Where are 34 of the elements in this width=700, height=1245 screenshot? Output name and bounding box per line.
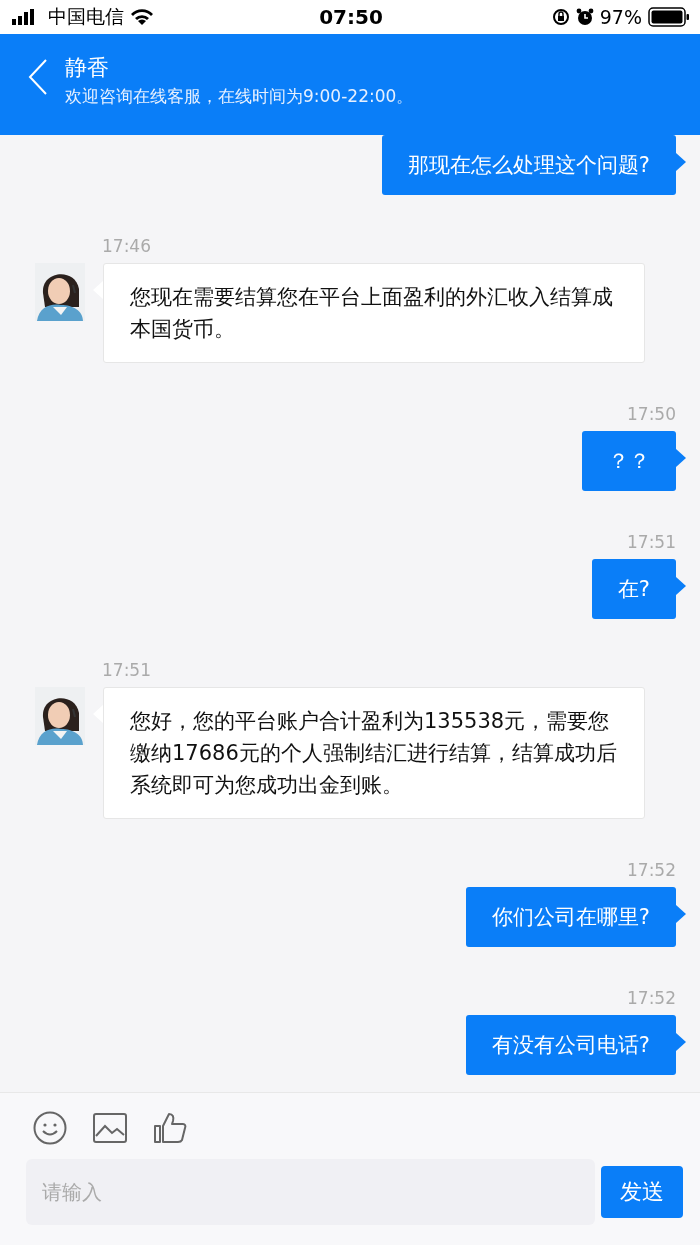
- status-time: 07:50: [319, 5, 383, 29]
- sent-message-bubble: 有没有公司电话?: [465, 1015, 676, 1075]
- message-time: 17:46: [102, 235, 152, 257]
- bubble-tail: [676, 153, 686, 171]
- bubble-tail: [676, 449, 686, 467]
- received-message-bubble: 您现在需要结算您在平台上面盈利的外汇收入结算成本国货币。: [103, 263, 645, 363]
- bubble-tail: [676, 905, 686, 923]
- received-message-bubble: 您好，您的平台账户合计盈利为135538元，需要您缴纳17686元的个人强制结汇进行结算，结算成功后系统即可为您成功出金到账。: [103, 687, 645, 819]
- message-time: 17:52: [627, 987, 676, 1009]
- message-time: 17:50: [627, 403, 676, 425]
- wifi-icon: [130, 8, 154, 26]
- bubble-tail: [676, 577, 686, 595]
- back-icon: [27, 58, 49, 96]
- battery-percent: 97%: [599, 6, 642, 28]
- message-time: 17:52: [627, 859, 676, 881]
- back-button[interactable]: [27, 58, 49, 96]
- message-time: 17:51: [627, 531, 676, 553]
- message-time: 17:51: [102, 659, 152, 681]
- alarm-icon: [575, 8, 594, 26]
- service-hours-notice: 欢迎咨询在线客服，在线时间为9:00-22:00。: [65, 85, 414, 108]
- rotation-lock-icon: [551, 8, 570, 26]
- thumbs-up-icon[interactable]: [153, 1112, 187, 1144]
- emoji-icon[interactable]: [33, 1111, 67, 1145]
- sent-message-bubble: 那现在怎么处理这个问题?: [381, 135, 676, 195]
- sent-message-bubble: 在?: [591, 559, 676, 619]
- contact-name: 静香: [65, 54, 110, 82]
- image-icon[interactable]: [93, 1113, 127, 1143]
- send-button[interactable]: 发送: [601, 1166, 683, 1218]
- bubble-tail: [676, 1033, 686, 1051]
- sent-message-bubble: ？？: [582, 431, 676, 491]
- carrier-name: 中国电信: [48, 4, 124, 29]
- message-input[interactable]: 请输入: [26, 1159, 595, 1225]
- battery-icon: [648, 7, 690, 27]
- sent-message-bubble: 你们公司在哪里?: [465, 887, 676, 947]
